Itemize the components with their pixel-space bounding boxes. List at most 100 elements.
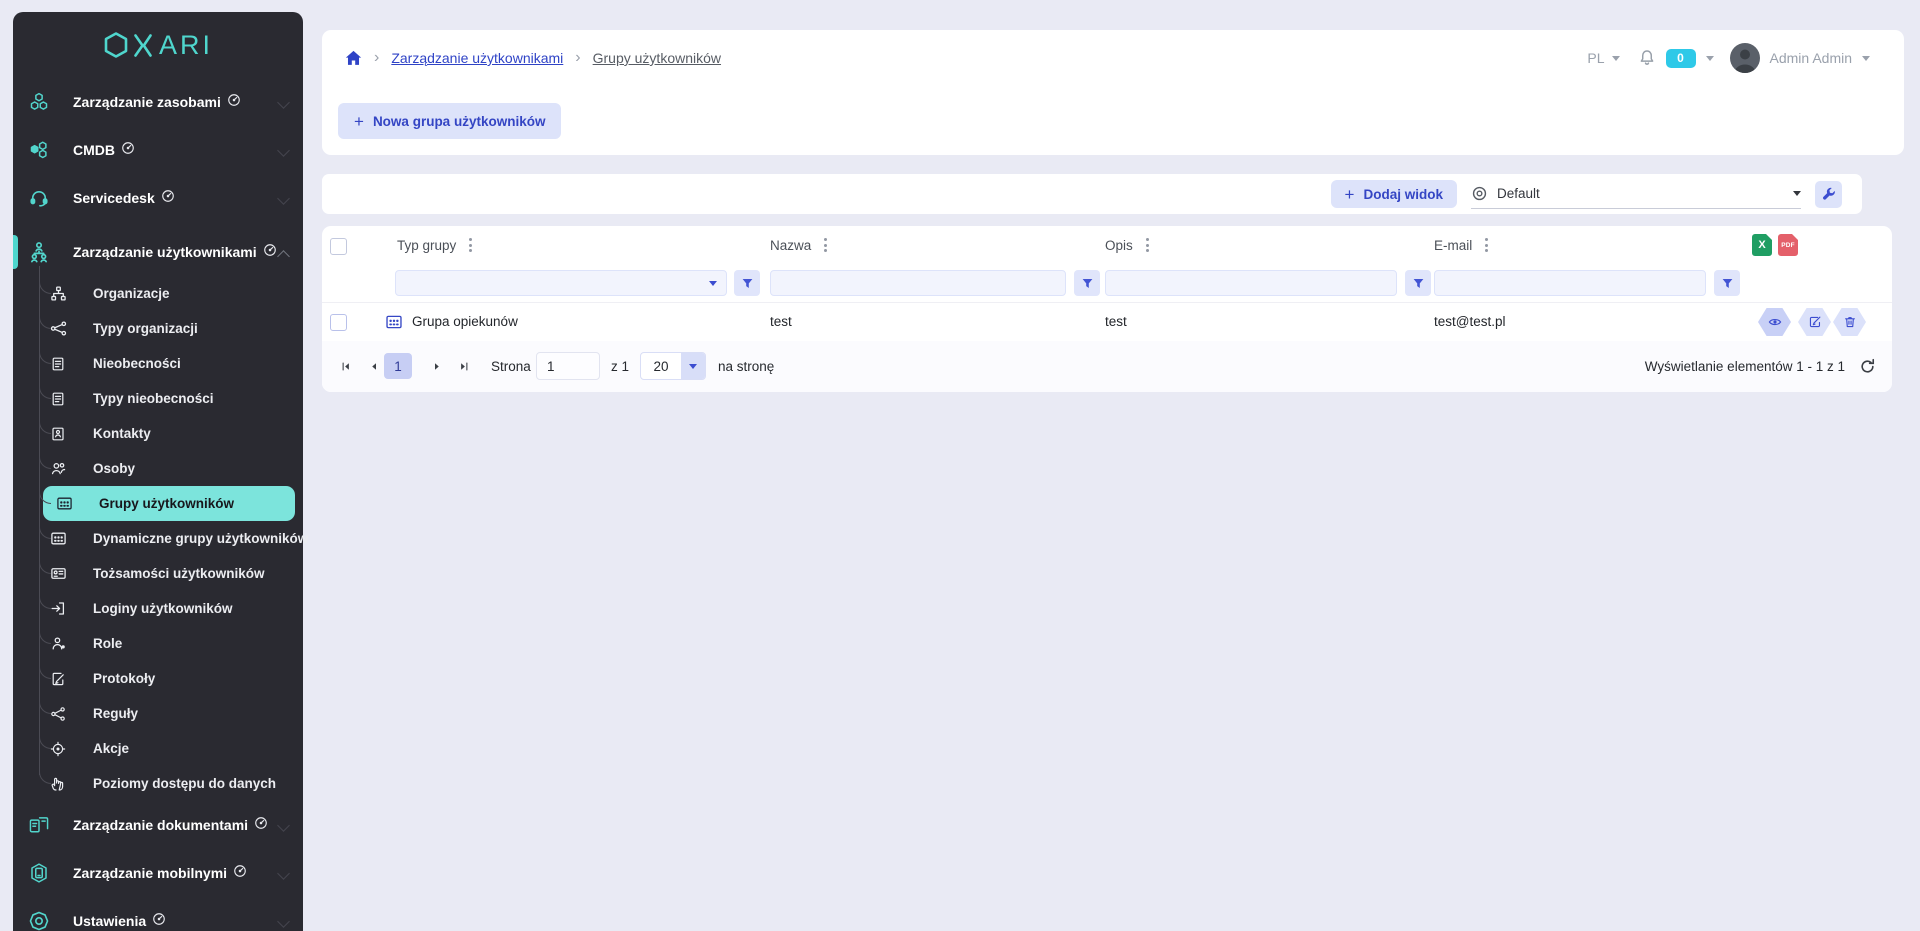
filter-funnel-button-opis[interactable] [1405,270,1431,296]
page-size-select[interactable]: 20 [640,352,706,380]
export-excel-icon[interactable]: X [1752,234,1772,256]
gauge-icon[interactable] [227,93,241,112]
hexagon-cluster-icon [25,92,53,112]
bell-icon[interactable] [1638,49,1656,67]
sidebar-item-dynamiczne-grupy[interactable]: Dynamiczne grupy użytkowników [39,521,303,556]
gauge-icon[interactable] [161,189,175,208]
sidebar-item-label: Organizacje [93,286,170,301]
last-page-button[interactable] [453,353,475,379]
sidebar-item-organizacje[interactable]: Organizacje [39,276,303,311]
sidebar-item-label: Protokoły [93,671,155,686]
sidebar-item-label: Poziomy dostępu do danych [93,776,276,791]
gauge-icon[interactable] [254,816,268,835]
filter-input-opis[interactable] [1105,270,1397,296]
sidebar-item-tozsamosci[interactable]: Tożsamości użytkowników [39,556,303,591]
row-edit-button[interactable] [1798,308,1831,336]
column-menu-icon[interactable] [821,235,830,255]
language-selector[interactable]: PL [1587,50,1619,66]
sidebar: ARI Zarządzanie zasobami CMDB Servicedes… [13,12,303,931]
breadcrumb-current[interactable]: Grupy użytkowników [593,50,721,66]
column-menu-icon[interactable] [1482,235,1491,255]
sidebar-item-zarzadzanie-uzytkownikami[interactable]: Zarządzanie użytkownikami [13,228,303,276]
select-all-checkbox[interactable] [330,238,347,255]
sidebar-item-grupy-uzytkownikow[interactable]: Grupy użytkowników [43,486,295,521]
new-group-button[interactable]: + Nowa grupa użytkowników [338,103,561,139]
sidebar-item-typy-organizacji[interactable]: Typy organizacji [39,311,303,346]
sidebar-item-zarzadzanie-zasobami[interactable]: Zarządzanie zasobami [13,78,303,126]
table-row[interactable]: Grupa opiekunów test test test@test.pl [322,302,1892,342]
sidebar-item-servicedesk[interactable]: Servicedesk [13,174,303,222]
column-menu-icon[interactable] [466,235,475,255]
hand-pointer-icon [47,776,69,792]
sidebar-item-kontakty[interactable]: Kontakty [39,416,303,451]
logo-text: ARI [159,30,213,61]
next-page-button[interactable] [426,353,448,379]
document-icon [47,356,69,372]
target-icon [47,741,69,757]
login-icon [47,600,69,617]
filter-input-nazwa[interactable] [770,270,1066,296]
column-header-nazwa: Nazwa [770,226,830,264]
add-view-button[interactable]: + Dodaj widok [1331,180,1457,208]
gauge-icon[interactable] [263,243,277,262]
sidebar-item-label: Typy nieobecności [93,391,214,406]
prev-page-button[interactable] [363,353,385,379]
user-group-icon [53,495,75,512]
sidebar-item-cmdb[interactable]: CMDB [13,126,303,174]
row-checkbox[interactable] [330,314,347,331]
sidebar-item-ustawienia[interactable]: Ustawienia [13,897,303,931]
sidebar-item-poziomy-dostepu[interactable]: Poziomy dostępu do danych [39,766,303,801]
sidebar-item-osoby[interactable]: Osoby [39,451,303,486]
app-logo[interactable]: ARI [13,12,303,78]
documents-icon [25,815,53,835]
language-label: PL [1587,50,1604,66]
sidebar-item-akcje[interactable]: Akcje [39,731,303,766]
sidebar-item-nieobecnosci[interactable]: Nieobecności [39,346,303,381]
export-pdf-icon[interactable]: PDF [1778,234,1798,256]
home-icon[interactable] [345,50,362,66]
page-number-input[interactable] [536,352,600,380]
page-label: Strona [491,341,531,392]
column-menu-icon[interactable] [1143,235,1152,255]
first-page-button[interactable] [335,353,357,379]
chevron-down-icon[interactable] [1706,56,1714,61]
avatar[interactable] [1730,43,1760,73]
view-settings-button[interactable] [1815,181,1842,208]
filter-funnel-button-typ-grupy[interactable] [734,270,760,296]
sidebar-item-label: Zarządzanie mobilnymi [73,865,227,881]
column-header-opis: Opis [1105,226,1152,264]
sidebar-item-label: Role [93,636,122,651]
user-name[interactable]: Admin Admin [1770,50,1852,66]
contact-card-icon [47,426,69,442]
sidebar-item-label: Kontakty [93,426,151,441]
sidebar-item-role[interactable]: Role [39,626,303,661]
gauge-icon[interactable] [121,141,135,160]
eye-icon [1471,185,1488,202]
row-delete-button[interactable] [1833,308,1866,336]
sidebar-item-zarzadzanie-mobilnymi[interactable]: Zarządzanie mobilnymi [13,849,303,897]
sidebar-item-label: Reguły [93,706,138,721]
view-select[interactable]: Default [1471,180,1801,209]
sidebar-item-protokoly[interactable]: Protokoły [39,661,303,696]
new-group-label: Nowa grupa użytkowników [373,114,546,129]
breadcrumb-link-users[interactable]: Zarządzanie użytkownikami [391,50,563,66]
filter-select-typ-grupy[interactable] [395,270,727,296]
filter-funnel-button-email[interactable] [1714,270,1740,296]
filter-input-email[interactable] [1434,270,1706,296]
active-indicator [13,235,18,269]
items-summary: Wyświetlanie elementów 1 - 1 z 1 [1645,359,1845,374]
page-number-button[interactable]: 1 [384,353,412,379]
pagination-bar: 1 Strona z 1 20 na stronę Wyświetlanie e… [322,341,1892,392]
row-view-button[interactable] [1758,308,1791,336]
column-header-typ-grupy: Typ grupy [397,226,475,264]
refresh-button[interactable] [1859,358,1876,375]
sidebar-item-loginy[interactable]: Loginy użytkowników [39,591,303,626]
sidebar-item-reguly[interactable]: Reguły [39,696,303,731]
sidebar-item-typy-nieobecnosci[interactable]: Typy nieobecności [39,381,303,416]
gauge-icon[interactable] [152,912,166,931]
gauge-icon[interactable] [233,864,247,883]
sidebar-item-zarzadzanie-dokumentami[interactable]: Zarządzanie dokumentami [13,801,303,849]
app-root: ARI Zarządzanie zasobami CMDB Servicedes… [0,0,1920,931]
filter-funnel-button-nazwa[interactable] [1074,270,1100,296]
sidebar-item-label: Zarządzanie dokumentami [73,817,248,833]
